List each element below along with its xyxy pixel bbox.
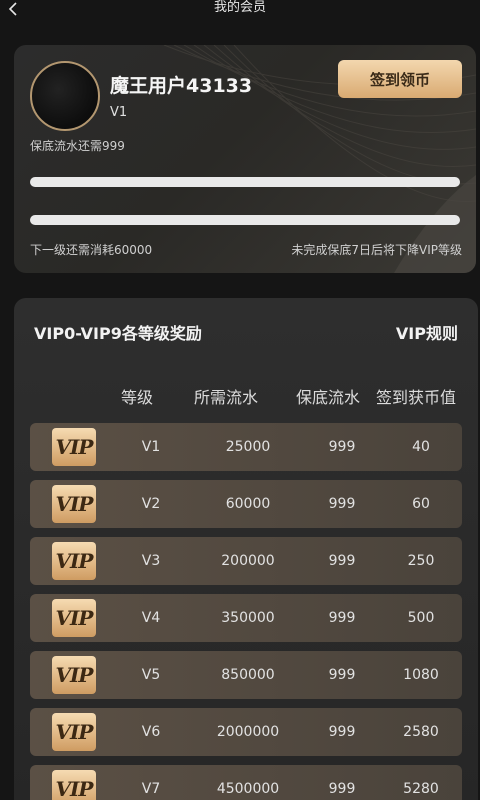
top-bar: 我的会员 [0, 0, 480, 22]
downgrade-warning: 未完成保底7日后将下降VIP等级 [291, 243, 462, 257]
vip-rules-link[interactable]: VIP规则 [396, 320, 458, 344]
cell-required-flow: 350000 [221, 610, 275, 626]
header-signin-coins: 签到获币值 [375, 388, 456, 407]
vip-badge-icon: VIP [52, 485, 96, 523]
table-row[interactable]: VIP V4 350000 999 500 [30, 594, 462, 642]
cell-guarantee-flow: 999 [328, 553, 356, 569]
cell-guarantee-flow: 999 [328, 724, 356, 740]
vip-badge-label: VIP [55, 720, 94, 744]
cell-signin-coins: 40 [412, 439, 430, 455]
vip-badge-icon: VIP [52, 428, 96, 466]
cell-required-flow: 4500000 [216, 781, 280, 797]
vip-badge-icon: VIP [52, 599, 96, 637]
cell-required-flow: 200000 [221, 553, 275, 569]
header-level: 等级 [120, 388, 153, 407]
next-level-requirement: 下一级还需消耗60000 [30, 243, 153, 257]
cell-guarantee-flow: 999 [328, 781, 356, 797]
cell-level: V1 [141, 439, 161, 455]
rewards-panel: VIP0-VIP9各等级奖励 VIP规则 等级 所需流水 保底流水 签到获币值 … [14, 298, 478, 800]
cell-level: V5 [141, 667, 161, 683]
username: 魔王用户43133 [110, 75, 253, 97]
vip-badge-label: VIP [55, 492, 94, 516]
cell-required-flow: 25000 [225, 439, 271, 455]
cell-level: V6 [141, 724, 161, 740]
header-required-flow: 所需流水 [193, 388, 258, 407]
cell-signin-coins: 5280 [403, 781, 439, 797]
cell-level: V3 [141, 553, 161, 569]
cell-signin-coins: 1080 [403, 667, 439, 683]
profile-card: 魔王用户43133 V1 签到领币 保底流水还需999 下一级还需消耗60000… [14, 45, 476, 273]
table-row[interactable]: VIP V7 4500000 999 5280 [30, 765, 462, 800]
cell-guarantee-flow: 999 [328, 667, 356, 683]
level-progress-bar [30, 215, 460, 225]
vip-badge-icon: VIP [52, 542, 96, 580]
cell-guarantee-flow: 999 [328, 610, 356, 626]
rewards-title: VIP0-VIP9各等级奖励 [34, 324, 202, 343]
cell-guarantee-flow: 999 [328, 496, 356, 512]
cell-level: V7 [141, 781, 161, 797]
cell-required-flow: 850000 [221, 667, 275, 683]
vip-badge-label: VIP [55, 606, 94, 630]
cell-signin-coins: 60 [412, 496, 430, 512]
cell-level: V4 [141, 610, 161, 626]
vip-badge-label: VIP [55, 435, 94, 459]
vip-level-label: V1 [110, 105, 128, 120]
cell-signin-coins: 250 [407, 553, 435, 569]
table-row[interactable]: VIP V5 850000 999 1080 [30, 651, 462, 699]
cell-level: V2 [141, 496, 161, 512]
vip-badge-label: VIP [55, 549, 94, 573]
cell-required-flow: 60000 [225, 496, 271, 512]
header-guarantee-flow: 保底流水 [295, 388, 360, 407]
vip-badge-icon: VIP [52, 713, 96, 751]
cell-signin-coins: 500 [407, 610, 435, 626]
vip-badge-label: VIP [55, 777, 94, 800]
cell-required-flow: 2000000 [216, 724, 280, 740]
guarantee-progress-bar [30, 177, 460, 187]
table-row[interactable]: VIP V3 200000 999 250 [30, 537, 462, 585]
cell-guarantee-flow: 999 [328, 439, 356, 455]
signin-claim-coins-button[interactable]: 签到领币 [338, 60, 462, 98]
vip-badge-icon: VIP [52, 656, 96, 694]
page-title: 我的会员 [213, 0, 266, 15]
vip-badge-icon: VIP [52, 770, 96, 800]
table-row[interactable]: VIP V6 2000000 999 2580 [30, 708, 462, 756]
guarantee-flow-remaining: 保底流水还需999 [30, 139, 125, 153]
table-row[interactable]: VIP V2 60000 999 60 [30, 480, 462, 528]
vip-badge-label: VIP [55, 663, 94, 687]
cell-signin-coins: 2580 [403, 724, 439, 740]
avatar[interactable] [30, 61, 100, 131]
table-row[interactable]: VIP V1 25000 999 40 [30, 423, 462, 471]
